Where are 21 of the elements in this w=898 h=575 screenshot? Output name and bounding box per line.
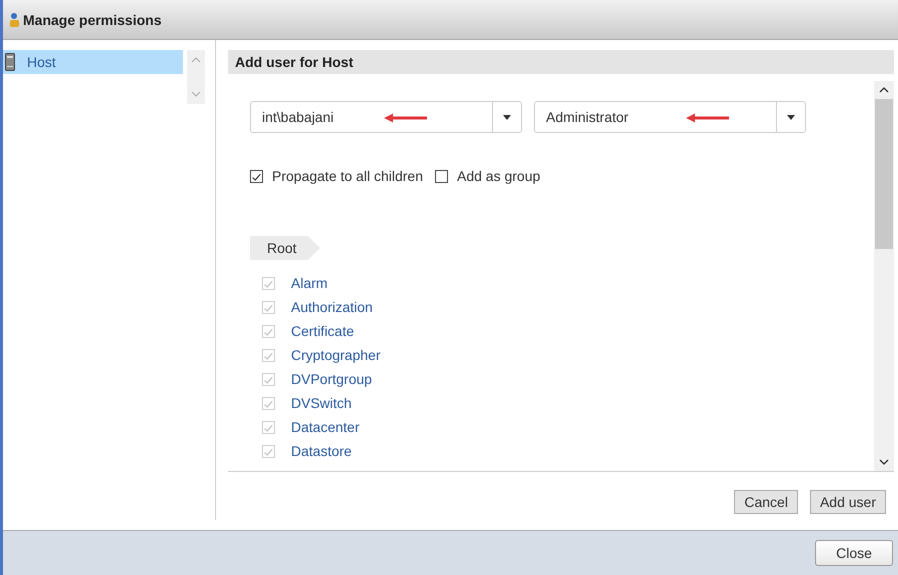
- scrollbar-thumb[interactable]: [875, 99, 893, 249]
- scrollbar[interactable]: [874, 81, 894, 471]
- close-button[interactable]: Close: [815, 540, 893, 566]
- panel-button[interactable]: Add user: [810, 490, 886, 514]
- checkbox-label[interactable]: Add as group: [457, 168, 540, 184]
- chevron-down-icon[interactable]: [879, 459, 889, 465]
- user-dropdown[interactable]: int\babajani: [250, 101, 522, 133]
- arrow-icon: [685, 113, 731, 123]
- chevron-up-icon[interactable]: [879, 87, 889, 93]
- panel-header: Add user for Host: [228, 50, 894, 74]
- checkbox-label[interactable]: Propagate to all children: [272, 168, 423, 184]
- panel-button[interactable]: Cancel: [734, 490, 798, 514]
- breadcrumb[interactable]: Root: [250, 236, 320, 260]
- arrow-icon: [383, 113, 429, 123]
- checkbox[interactable]: [250, 170, 263, 182]
- checkbox[interactable]: [435, 170, 448, 182]
- window-title: Manage permissions: [23, 12, 162, 28]
- users-icon: [9, 12, 21, 28]
- role-dropdown[interactable]: Administrator: [534, 101, 806, 133]
- sidebar-item[interactable]: Host: [3, 50, 183, 74]
- server-icon: [5, 53, 15, 71]
